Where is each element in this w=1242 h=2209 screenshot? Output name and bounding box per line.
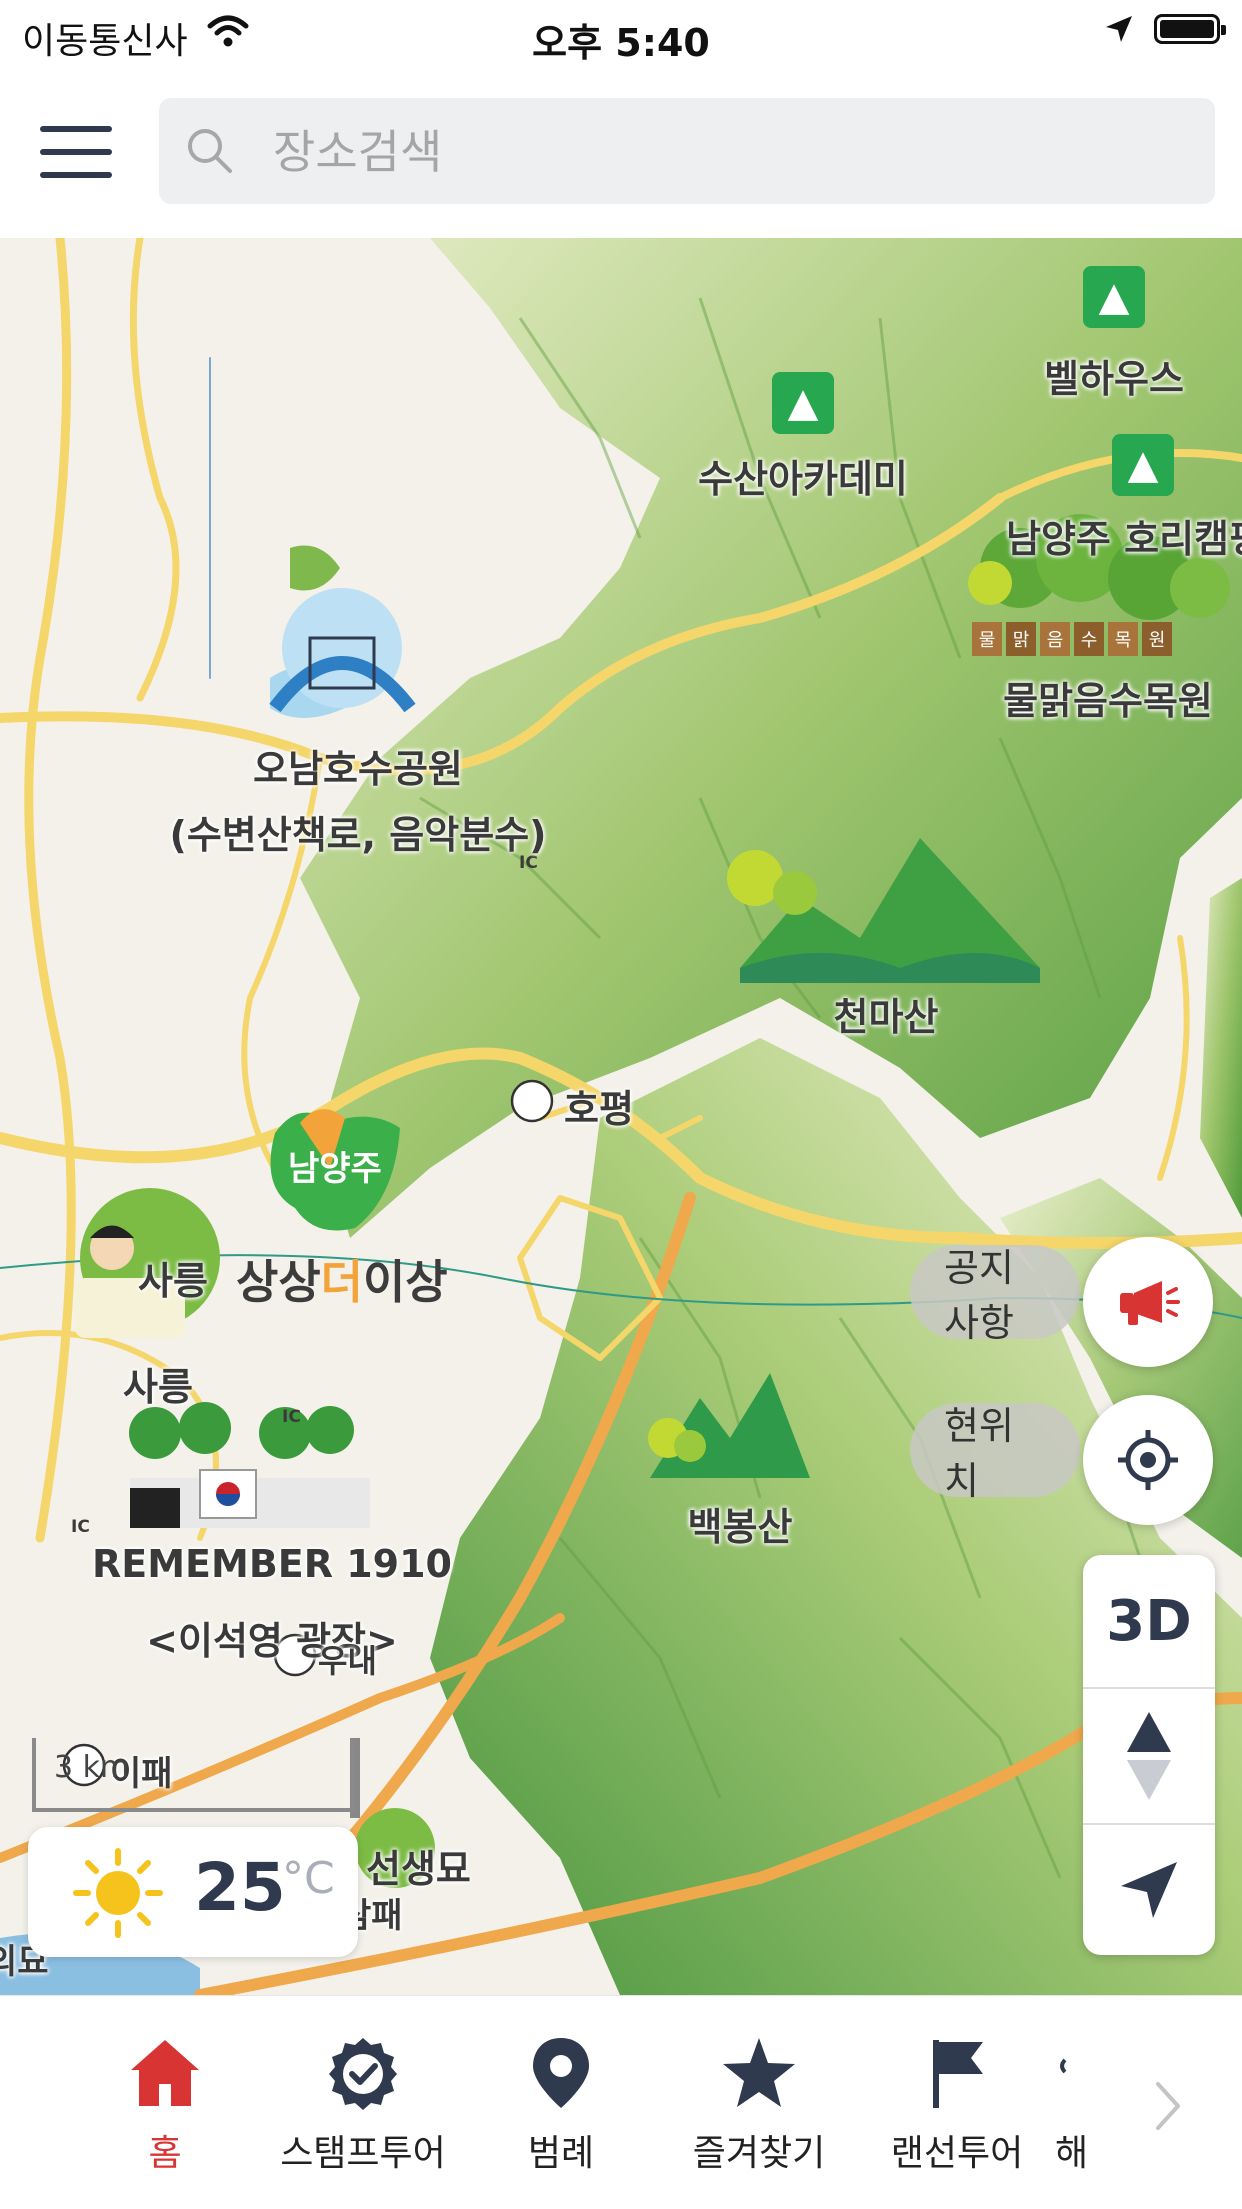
navigation-arrow-icon — [1121, 1862, 1177, 1918]
ic-badge-sunae: IC — [282, 1407, 301, 1427]
tab-label: 범례 — [527, 2133, 595, 2174]
megaphone-icon — [1120, 1281, 1180, 1325]
status-bar: 이동통신사 오후 5:40 — [0, 0, 1242, 68]
bottom-tab-bar: 홈 스탬프투어 범례 즐겨찾기 랜선투어 해 — [0, 1995, 1242, 2209]
poi-label-camping[interactable]: 남양주 호리캠핑 — [1006, 508, 1242, 563]
poi-label-tomb[interactable]: 선생묘 — [366, 1838, 471, 1893]
sign-char: 원 — [1142, 622, 1172, 656]
remember-illustration — [129, 1402, 370, 1528]
sign-char: 물 — [972, 622, 1002, 656]
tab-label: 홈 — [148, 2133, 182, 2174]
map-label-hopyeong: 호평 — [564, 1087, 634, 1131]
search-bar[interactable] — [159, 98, 1215, 206]
compass-button[interactable] — [1083, 1825, 1215, 1955]
tab-online-tour[interactable]: 랜선투어 — [857, 2036, 1057, 2176]
sun-icon — [73, 1848, 163, 1938]
menu-line — [40, 172, 112, 178]
current-location-label: 현위치 — [944, 1404, 1014, 1503]
poi-label-arboretum[interactable]: 물맑음수목원 — [1003, 670, 1213, 725]
map-mode-controls: 3D — [1083, 1555, 1215, 1955]
poi-label-cheonmasan[interactable]: 천마산 — [834, 986, 939, 1041]
tilt-down-icon — [1127, 1760, 1171, 1800]
tab-label: 해 — [1055, 2133, 1089, 2174]
sign-char: 수 — [1074, 622, 1104, 656]
poi-label-sareung[interactable]: 사릉 — [123, 1356, 193, 1411]
campsite-icon[interactable]: ▲ — [1083, 266, 1145, 328]
scale-label: 3 km — [54, 1750, 130, 1785]
poi-label-bellhouse[interactable]: 벨하우스 — [1044, 348, 1184, 403]
slogan: 상상더이상 — [236, 1246, 448, 1312]
map-label-sunae: 우내 — [318, 1642, 377, 1680]
tab-stamp-tour[interactable]: 스탬프투어 — [263, 2036, 463, 2176]
flag-icon — [933, 2040, 983, 2108]
poi-label-lake-park[interactable]: 오남호수공원 — [253, 738, 463, 793]
current-location-pill[interactable]: 현위치 — [910, 1403, 1080, 1503]
poi-label-lake-park-sub: (수변산책로, 음악분수) — [169, 813, 547, 857]
tilt-up-icon — [1127, 1712, 1171, 1752]
3d-toggle-button[interactable]: 3D — [1083, 1555, 1215, 1689]
notice-button[interactable] — [1083, 1237, 1213, 1367]
namyangju-logo: 남양주 — [288, 1149, 382, 1189]
temperature-value: 25 — [194, 1849, 286, 1926]
map-pin-icon — [533, 2038, 589, 2108]
notice-label: 공지사항 — [944, 1246, 1014, 1345]
sign-char: 음 — [1040, 622, 1070, 656]
map-label-sareung-small: 사릉 — [138, 1259, 208, 1303]
stamp-badge-icon — [329, 2038, 397, 2110]
top-bar — [0, 68, 1242, 238]
tab-partial[interactable]: 해 — [1055, 2036, 1155, 2176]
menu-line — [40, 149, 112, 155]
status-time: 오후 5:40 — [532, 21, 710, 65]
ic-badge-ipae: IC — [71, 1517, 90, 1537]
sign-char: 목 — [1108, 622, 1138, 656]
sign-char: 맑 — [1006, 622, 1036, 656]
star-icon — [723, 2038, 795, 2107]
search-input[interactable] — [271, 98, 1175, 206]
location-arrow-icon — [1106, 16, 1132, 42]
poi-label-remember-1910[interactable]: REMEMBER 1910 — [92, 1542, 452, 1586]
campsite-icon[interactable]: ▲ — [1112, 434, 1174, 496]
weather-widget[interactable]: 25 °C — [28, 1827, 358, 1957]
campsite-icon[interactable]: ▲ — [772, 372, 834, 434]
crosshair-icon — [1118, 1430, 1178, 1490]
tab-label: 랜선투어 — [890, 2133, 1024, 2174]
tab-label: 스탬프투어 — [280, 2133, 446, 2174]
slogan-part: 더 — [320, 1255, 363, 1309]
slogan-part: 상상 — [236, 1255, 321, 1309]
tilt-button[interactable] — [1083, 1689, 1215, 1825]
tab-label: 즐겨찾기 — [692, 2133, 826, 2174]
poi-label-susan-academy[interactable]: 수산아카데미 — [698, 448, 908, 503]
battery-icon — [1154, 14, 1226, 44]
hamburger-menu-button[interactable] — [40, 126, 112, 182]
notice-pill[interactable]: 공지사항 — [910, 1245, 1080, 1345]
tab-home[interactable]: 홈 — [65, 2036, 265, 2176]
home-icon — [131, 2040, 199, 2106]
search-icon — [188, 129, 232, 173]
tab-legend[interactable]: 범례 — [461, 2036, 661, 2176]
current-location-button[interactable] — [1083, 1395, 1213, 1525]
tab-favorites[interactable]: 즐겨찾기 — [659, 2036, 859, 2176]
slogan-part: 이상 — [362, 1255, 448, 1309]
temperature-unit: °C — [282, 1853, 335, 1904]
arboretum-sign: 물 맑 음 수 목 원 — [972, 622, 1172, 656]
partial-icon — [1060, 2058, 1067, 2074]
chevron-right-icon[interactable] — [1150, 2078, 1186, 2134]
menu-line — [40, 126, 112, 132]
map-view[interactable]: IC IC IC ▲ ▲ ▲ 벨하우스 수산아카데미 남양주 호리캠핑 물 맑 … — [0, 238, 1242, 1995]
scale-bar: 3 km — [32, 1738, 355, 1812]
poi-label-baekbongsan[interactable]: 백봉산 — [688, 1496, 793, 1551]
